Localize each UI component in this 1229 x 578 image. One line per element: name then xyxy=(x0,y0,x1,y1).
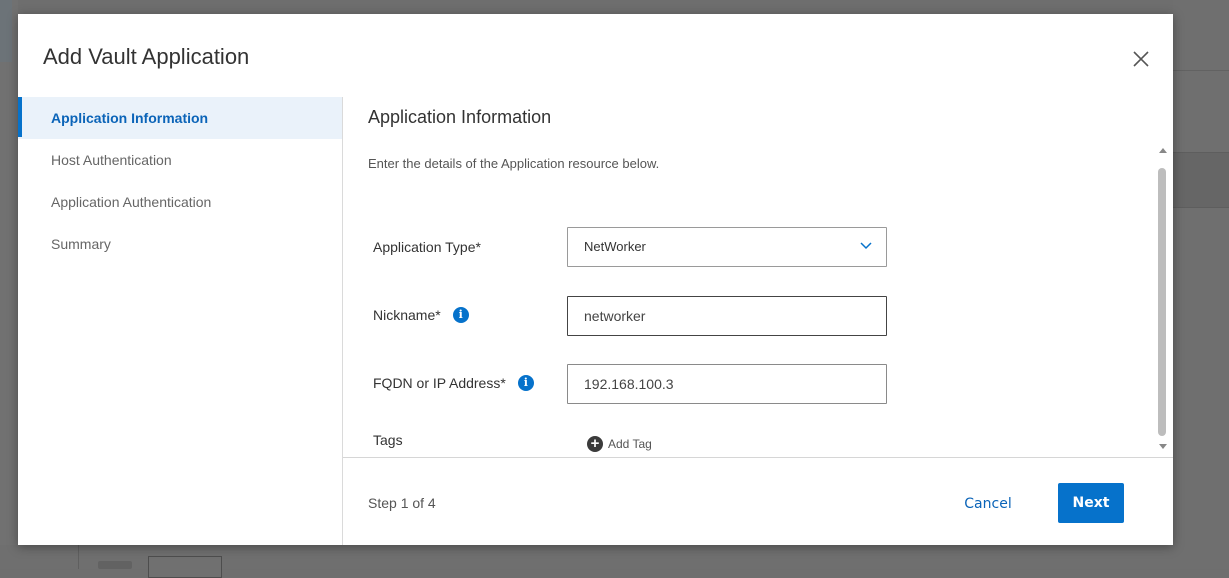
section-title: Application Information xyxy=(368,107,552,127)
background-divider xyxy=(78,545,79,569)
plus-circle-icon: + xyxy=(587,436,603,452)
content-scrollbar[interactable] xyxy=(1155,146,1171,451)
tags-label: Tags xyxy=(373,432,403,448)
nav-item-summary[interactable]: Summary xyxy=(18,223,342,265)
background-page-right xyxy=(1173,0,1229,569)
nickname-label-text: Nickname* xyxy=(373,307,441,323)
add-vault-application-dialog: Add Vault Application Application Inform… xyxy=(18,14,1173,545)
fqdn-input[interactable]: 192.168.100.3 xyxy=(567,364,887,404)
step-content: Application Information Enter the detail… xyxy=(343,97,1173,457)
application-type-label: Application Type* xyxy=(373,239,481,255)
fqdn-value: 192.168.100.3 xyxy=(584,376,674,392)
background-band xyxy=(1173,152,1229,208)
section-description: Enter the details of the Application res… xyxy=(368,156,660,171)
chevron-down-icon xyxy=(860,242,872,250)
application-type-label-text: Application Type* xyxy=(373,239,481,255)
add-tag-label: Add Tag xyxy=(608,437,652,451)
dialog-title: Add Vault Application xyxy=(43,44,250,69)
close-button[interactable] xyxy=(1130,48,1152,70)
background-input xyxy=(148,556,222,578)
scroll-down-arrow-icon[interactable] xyxy=(1159,444,1167,449)
nav-item-host-authentication[interactable]: Host Authentication xyxy=(18,139,342,181)
application-type-value: NetWorker xyxy=(584,239,646,254)
fqdn-label: FQDN or IP Address* i xyxy=(373,375,534,391)
application-type-select[interactable]: NetWorker xyxy=(567,227,887,267)
background-text xyxy=(98,561,132,569)
info-icon[interactable]: i xyxy=(452,307,469,323)
fqdn-label-text: FQDN or IP Address* xyxy=(373,375,506,391)
dialog-footer: Step 1 of 4 Cancel Next xyxy=(343,457,1173,546)
nav-item-application-information[interactable]: Application Information xyxy=(18,97,342,139)
next-button[interactable]: Next xyxy=(1058,483,1124,523)
nickname-input[interactable]: networker xyxy=(567,296,887,336)
background-page-corner xyxy=(0,0,12,62)
info-icon[interactable]: i xyxy=(517,375,534,391)
cancel-button[interactable]: Cancel xyxy=(948,484,1028,524)
nickname-value: networker xyxy=(584,308,646,324)
nickname-label: Nickname* i xyxy=(373,307,469,323)
background-page-left xyxy=(0,0,18,569)
background-divider xyxy=(1173,70,1229,71)
scroll-up-arrow-icon[interactable] xyxy=(1159,148,1167,153)
tags-label-text: Tags xyxy=(373,432,403,448)
add-tag-button[interactable]: + Add Tag xyxy=(587,436,652,452)
scrollbar-thumb[interactable] xyxy=(1158,168,1166,436)
wizard-steps-nav: Application Information Host Authenticat… xyxy=(18,97,343,545)
nav-item-application-authentication[interactable]: Application Authentication xyxy=(18,181,342,223)
close-icon xyxy=(1133,51,1149,67)
step-indicator: Step 1 of 4 xyxy=(368,495,436,511)
